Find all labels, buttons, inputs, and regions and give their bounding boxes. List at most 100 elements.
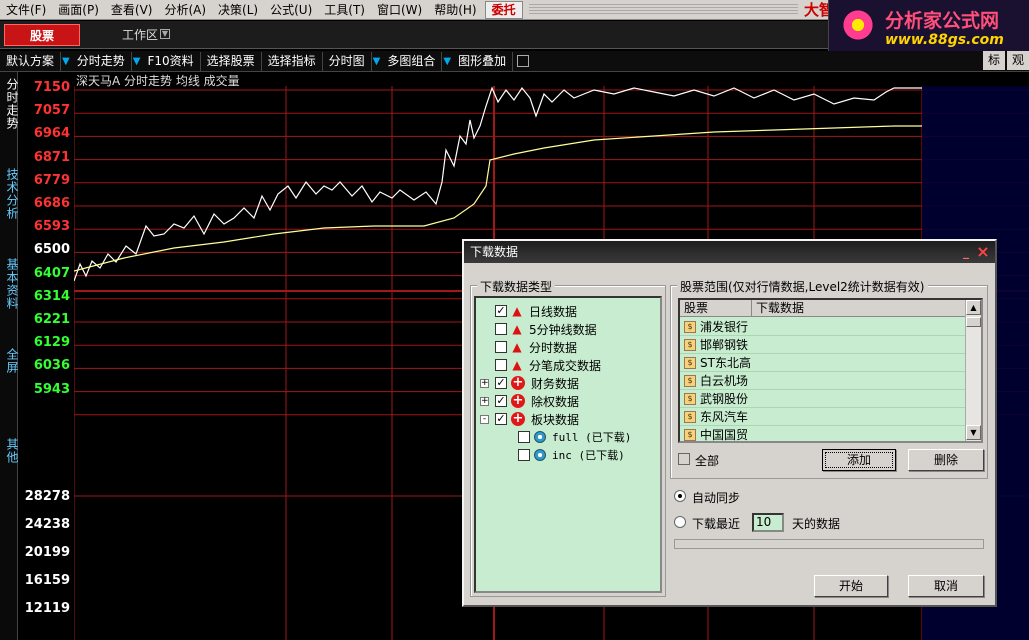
tree-checkbox[interactable] <box>518 449 530 461</box>
tree-checkbox[interactable]: ✓ <box>495 395 507 407</box>
list-item[interactable]: $ 中国国贸 <box>680 426 967 441</box>
menu-decision[interactable]: 决策(L) <box>212 0 264 20</box>
col-stock[interactable]: 股票 <box>680 300 752 317</box>
list-item[interactable]: $ 东风汽车 <box>680 408 967 426</box>
tb-default-scheme[interactable]: 默认方案 <box>0 51 62 71</box>
menu-help[interactable]: 帮助(H) <box>428 0 482 20</box>
auto-sync-radio[interactable] <box>674 490 686 502</box>
tab-bar: 股票 工作区 ▼ <box>0 21 828 49</box>
expander-icon[interactable]: + <box>480 396 489 406</box>
menu-window[interactable]: 窗口(W) <box>371 0 428 20</box>
tree-checkbox[interactable]: ✓ <box>495 305 507 317</box>
list-item[interactable]: $ 邯郸钢铁 <box>680 336 967 354</box>
tree-item[interactable]: - ✓ + 板块数据 <box>480 410 579 428</box>
tree-item-label: 财务数据 <box>531 376 580 391</box>
menu-analysis[interactable]: 分析(A) <box>158 0 212 20</box>
tree-item[interactable]: full (已下载) <box>512 428 631 446</box>
expander-icon[interactable]: - <box>480 414 489 424</box>
start-button[interactable]: 开始 <box>814 575 888 597</box>
scroll-down-icon[interactable]: ▼ <box>966 425 981 440</box>
tb-mark-button[interactable]: 标 <box>982 51 1005 70</box>
tree-item-label: 除权数据 <box>531 394 580 409</box>
select-all-checkbox[interactable] <box>678 453 690 465</box>
flower-icon <box>841 8 875 42</box>
delete-button[interactable]: 删除 <box>908 449 984 471</box>
tree-checkbox[interactable]: ✓ <box>495 413 507 425</box>
recent-suffix-label: 天的数据 <box>792 517 841 531</box>
menu-file[interactable]: 文件(F) <box>0 0 52 20</box>
list-item[interactable]: $ 浦发银行 <box>680 318 967 336</box>
stock-list[interactable]: 股票 下载数据 $ 浦发银行 $ 邯郸钢铁 $ ST东北高 $ 白云机场 $ 武钢股份 $ 东风汽车 $… <box>678 298 983 443</box>
tb-intraday[interactable]: 分时走势 <box>71 51 132 71</box>
stock-name: 邯郸钢铁 <box>700 338 749 352</box>
tree-item[interactable]: ✓ ▲ 日线数据 <box>480 302 577 320</box>
cancel-button[interactable]: 取消 <box>908 575 984 597</box>
tree-item[interactable]: ▲ 5分钟线数据 <box>480 320 597 338</box>
side-tab-fullscreen[interactable]: 全屏 <box>0 348 19 374</box>
tree-item[interactable]: + ✓ + 财务数据 <box>480 374 579 392</box>
lock-icon[interactable] <box>517 55 530 67</box>
tree-item-label: 板块数据 <box>531 412 580 427</box>
download-type-tree[interactable]: ✓ ▲ 日线数据 ▲ 5分钟线数据 ▲ 分时数据 ▲ 分笔成交数据 + ✓ + 财务数据 + ✓ + 除权数据 -… <box>474 296 662 593</box>
tree-checkbox[interactable] <box>495 341 507 353</box>
close-icon[interactable]: × <box>975 244 991 260</box>
tb-select-indicator[interactable]: 选择指标 <box>262 51 323 71</box>
volume-label: 24238 <box>24 517 70 532</box>
tree-item[interactable]: + ✓ + 除权数据 <box>480 392 579 410</box>
side-tab-fundamentals[interactable]: 基本资料 <box>0 258 19 310</box>
select-all-label: 全部 <box>695 454 720 468</box>
side-tab-technical[interactable]: 技术分析 <box>0 168 19 220</box>
scroll-thumb[interactable] <box>966 317 981 327</box>
minimize-icon[interactable]: _ <box>959 245 973 259</box>
tree-checkbox[interactable] <box>518 431 530 443</box>
price-label: 7150 <box>33 80 70 95</box>
menu-tools[interactable]: 工具(T) <box>318 0 371 20</box>
menu-view[interactable]: 查看(V) <box>105 0 159 20</box>
list-item[interactable]: $ ST东北高 <box>680 354 967 372</box>
tree-item[interactable]: inc (已下载) <box>512 446 625 464</box>
globe-icon <box>534 449 546 461</box>
tb-intraday-chart[interactable]: 分时图 <box>323 51 372 71</box>
tb-select-stock[interactable]: 选择股票 <box>201 51 262 71</box>
col-download[interactable]: 下载数据 <box>752 300 967 317</box>
dropdown-arrow-icon[interactable]: ▼ <box>61 56 71 67</box>
tree-item[interactable]: ▲ 分笔成交数据 <box>480 356 601 374</box>
list-item[interactable]: $ 武钢股份 <box>680 390 967 408</box>
tree-checkbox[interactable]: ✓ <box>495 377 507 389</box>
dropdown-arrow-icon[interactable]: ▼ <box>372 56 382 67</box>
volume-label: 16159 <box>24 573 70 588</box>
recent-days-radio[interactable] <box>674 516 686 528</box>
volume-label: 20199 <box>24 545 70 560</box>
promo-title: 分析家公式网 <box>885 10 1000 32</box>
dropdown-arrow-icon[interactable]: ▼ <box>442 56 452 67</box>
stock-icon: $ <box>684 356 696 369</box>
volume-label: 28278 <box>24 489 70 504</box>
tab-stock[interactable]: 股票 <box>4 24 80 46</box>
list-item[interactable]: $ 白云机场 <box>680 372 967 390</box>
tb-overlay[interactable]: 图形叠加 <box>452 51 514 71</box>
dropdown-arrow-icon[interactable]: ▼ <box>132 56 142 67</box>
auto-sync-label: 自动同步 <box>692 491 741 505</box>
tree-item[interactable]: ▲ 分时数据 <box>480 338 577 356</box>
dialog-titlebar[interactable]: 下载数据 _ × <box>464 241 995 263</box>
menu-formula[interactable]: 公式(U) <box>264 0 318 20</box>
side-tab-other[interactable]: 其他 <box>0 438 19 464</box>
price-label: 6036 <box>33 358 70 374</box>
scroll-up-icon[interactable]: ▲ <box>966 300 981 315</box>
tb-view-button[interactable]: 观 <box>1006 51 1029 70</box>
tb-multi-chart[interactable]: 多图组合 <box>381 51 443 71</box>
menu-entrust[interactable]: 委托 <box>484 0 523 19</box>
side-tab-intraday[interactable]: 分时走势 <box>0 78 19 130</box>
tree-checkbox[interactable] <box>495 323 507 335</box>
days-input[interactable]: 10 <box>752 513 784 532</box>
menu-view-screen[interactable]: 画面(P) <box>52 0 105 20</box>
price-label: 6221 <box>33 312 70 327</box>
list-scrollbar[interactable]: ▲ ▼ <box>965 300 981 441</box>
expander-icon[interactable]: + <box>480 378 489 388</box>
tb-f10[interactable]: F10资料 <box>141 51 201 71</box>
promo-banner[interactable]: 分析家公式网 www.88gs.com <box>828 0 1029 52</box>
collapse-icon[interactable]: ▼ <box>160 29 170 39</box>
add-button[interactable]: 添加 <box>822 449 896 471</box>
tree-checkbox[interactable] <box>495 359 507 371</box>
tree-item-label: 5分钟线数据 <box>529 322 597 337</box>
